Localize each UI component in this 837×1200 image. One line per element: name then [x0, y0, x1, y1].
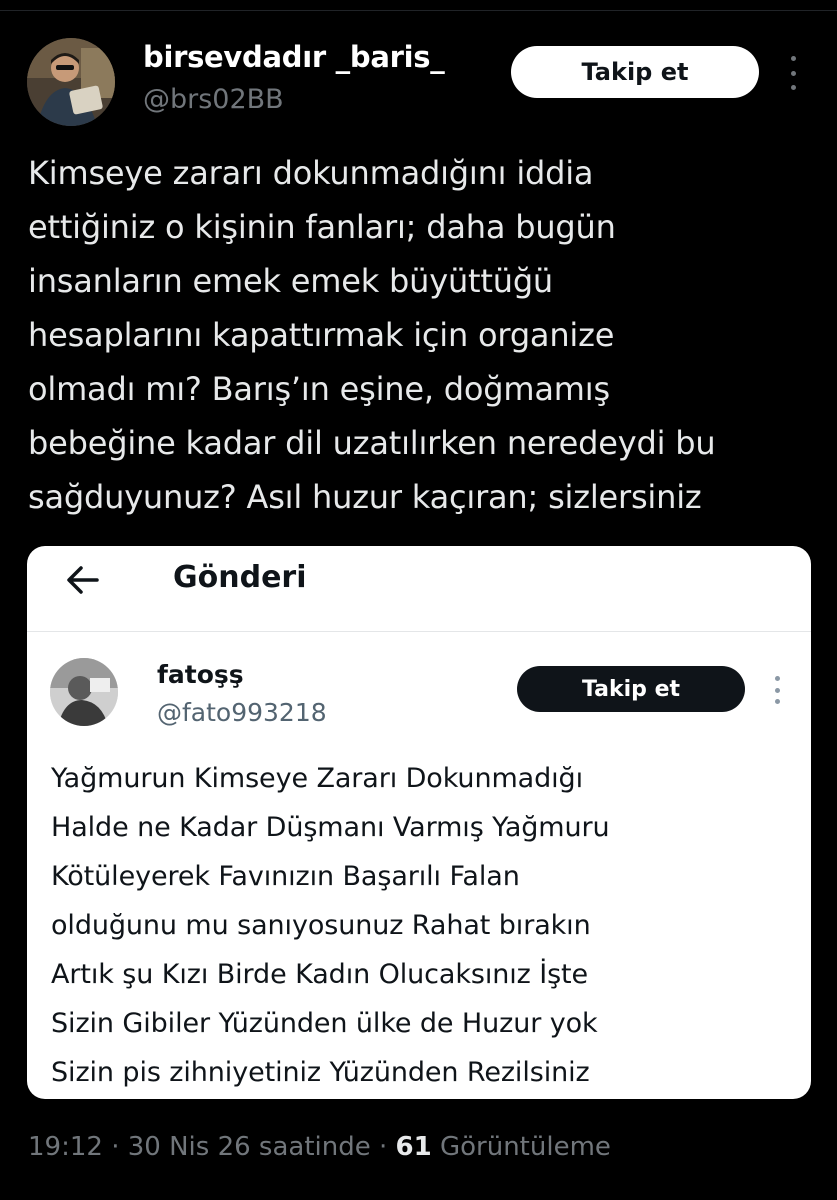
embedded-header-title: Gönderi [173, 560, 307, 595]
top-divider [0, 10, 837, 11]
embedded-author-avatar[interactable] [50, 658, 118, 726]
embedded-follow-button[interactable]: Takip et [517, 666, 745, 712]
author-display-name[interactable]: birsevdadır _baris_ [143, 40, 445, 74]
view-count[interactable]: 61 [396, 1132, 432, 1162]
tweet-time[interactable]: 19:12 [28, 1132, 103, 1162]
view-label[interactable]: Görüntüleme [440, 1132, 611, 1162]
embedded-author-name[interactable]: fatoşş [157, 660, 244, 689]
embedded-screenshot-card[interactable]: Gönderi fatoşş @fato993218 Takip et Yağm… [27, 546, 811, 1099]
embedded-post-text: Yağmurun Kimseye Zararı Dokunmadığı Hald… [51, 763, 610, 1088]
tweet-date[interactable]: 30 Nis 26 saatinde [128, 1132, 371, 1162]
author-handle[interactable]: @brs02BB [143, 84, 284, 115]
meta-separator: · [102, 1132, 128, 1162]
follow-button[interactable]: Takip et [511, 46, 759, 98]
tweet-metadata: 19:12 · 30 Nis 26 saatinde · 61 Görüntül… [28, 1132, 611, 1162]
arrow-left-icon[interactable] [63, 560, 103, 600]
embedded-more-vertical-icon[interactable] [769, 676, 785, 704]
embedded-author-handle[interactable]: @fato993218 [157, 698, 327, 727]
embedded-divider [27, 631, 811, 632]
meta-separator: · [370, 1132, 396, 1162]
tweet-text: Kimseye zararı dokunmadığını iddia ettiğ… [28, 154, 716, 516]
author-avatar[interactable] [27, 38, 115, 126]
more-vertical-icon[interactable] [782, 56, 804, 90]
